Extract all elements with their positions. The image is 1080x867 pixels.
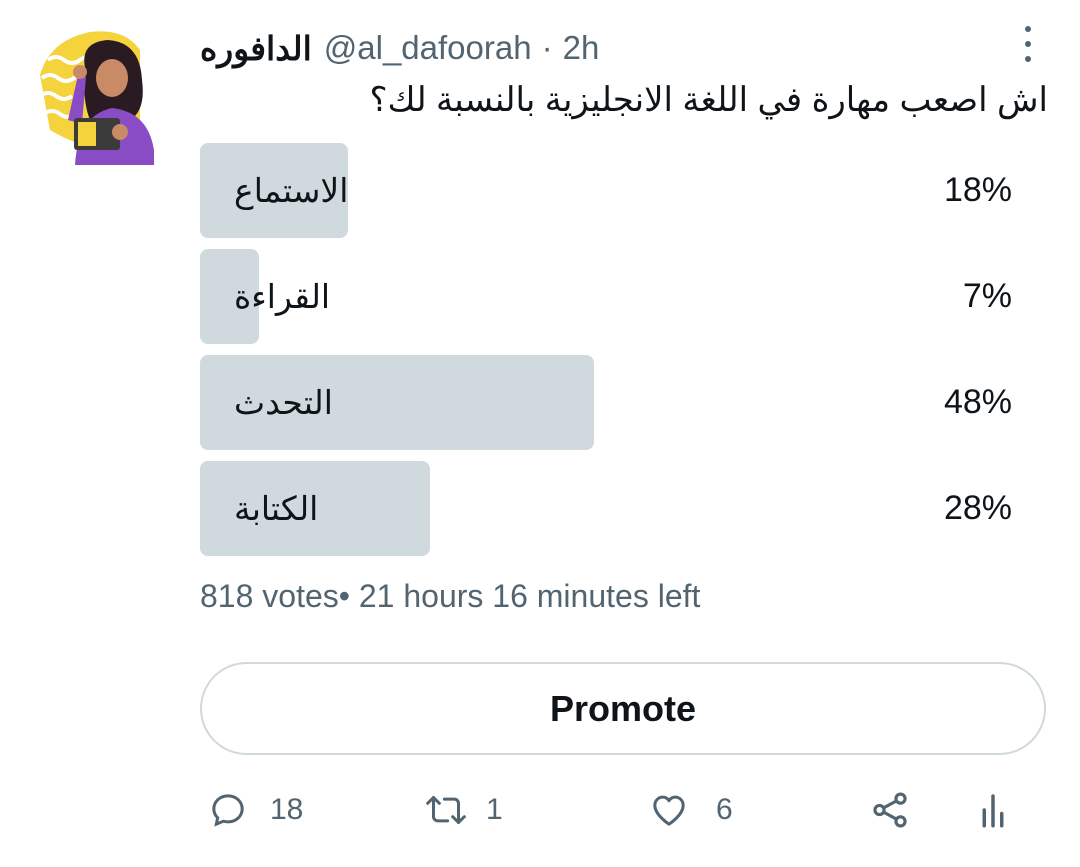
reply-count: 18: [270, 793, 304, 826]
poll-meta: 818 votes• 21 hours 16 minutes left: [200, 578, 701, 614]
retweet-button[interactable]: 1: [422, 785, 503, 835]
promote-button[interactable]: Promote: [200, 662, 1046, 755]
tweet-actions: 18 1 6: [200, 785, 1040, 835]
poll-option-percent: 48%: [943, 383, 1012, 421]
poll-option[interactable]: الكتابة 28%: [200, 461, 1020, 556]
like-button[interactable]: 6: [648, 785, 733, 835]
poll-option[interactable]: القراءة 7%: [200, 249, 1020, 344]
share-button[interactable]: [868, 785, 912, 835]
poll-option-percent: 18%: [943, 171, 1012, 209]
poll-option[interactable]: التحدث 48%: [200, 355, 1020, 450]
poll-option-percent: 7%: [962, 277, 1012, 315]
like-icon: [648, 790, 690, 830]
user-handle[interactable]: @al_dafoorah: [324, 29, 532, 67]
like-count: 6: [716, 793, 733, 826]
analytics-button[interactable]: [978, 785, 1008, 835]
tweet-text: اش اصعب مهارة في اللغة الانجليزية بالنسب…: [369, 81, 1048, 119]
retweet-icon: [422, 790, 470, 830]
poll-option-label: التحدث: [234, 384, 333, 421]
reply-icon: [208, 790, 248, 830]
share-icon: [868, 789, 912, 831]
poll-option[interactable]: الاستماع 18%: [200, 143, 1020, 238]
poll: الاستماع 18% القراءة 7% التحدث 48% الكتا…: [200, 143, 1020, 567]
reply-button[interactable]: 18: [208, 785, 303, 835]
timestamp[interactable]: 2h: [563, 29, 600, 67]
poll-option-label: الكتابة: [234, 490, 319, 527]
display-name[interactable]: الدافوره: [200, 29, 312, 68]
tweet-header: الدافوره @al_dafoorah · 2h: [200, 26, 1020, 70]
separator-dot: ·: [541, 29, 553, 66]
analytics-icon: [978, 789, 1008, 831]
poll-option-label: الاستماع: [234, 172, 349, 209]
retweet-count: 1: [486, 793, 503, 826]
poll-option-percent: 28%: [943, 489, 1012, 527]
avatar[interactable]: [30, 20, 160, 165]
more-options-icon[interactable]: [1018, 26, 1038, 62]
poll-option-label: القراءة: [234, 278, 331, 315]
